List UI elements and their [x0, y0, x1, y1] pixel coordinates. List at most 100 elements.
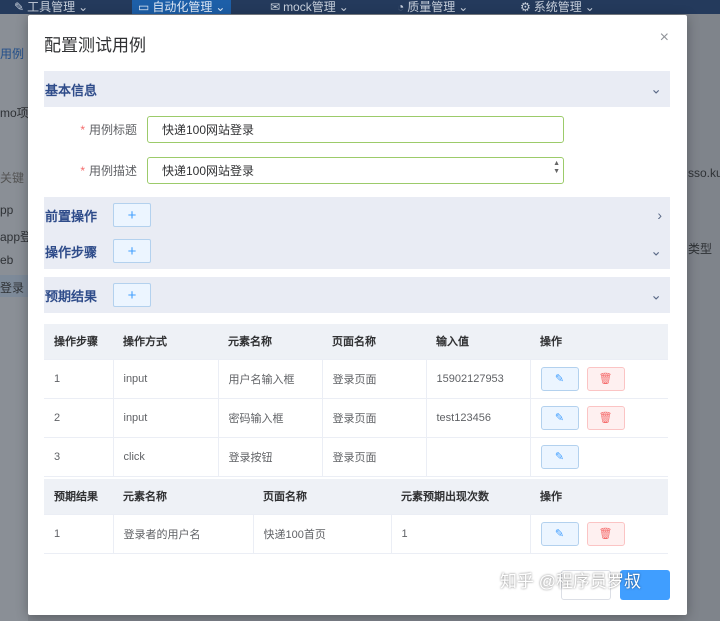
- table-cell: 密码输入框: [218, 398, 323, 438]
- column-header: 输入值: [426, 324, 530, 360]
- table-cell: 3: [44, 437, 114, 477]
- section-expected-result[interactable]: 预期结果 + ⌄: [44, 277, 670, 313]
- table-cell: [426, 437, 531, 477]
- edit-button[interactable]: ✎: [540, 521, 579, 546]
- actions-cell: ✎ 🗑: [530, 359, 668, 399]
- chevron-down-icon: ⌄: [584, 0, 595, 14]
- table-cell: 登录页面: [322, 437, 427, 477]
- gear-icon: ⚙: [520, 0, 531, 14]
- chevron-down-icon: ⌄: [338, 0, 349, 14]
- bg-label: pp: [0, 203, 14, 217]
- envelope-icon: ✉: [270, 0, 281, 14]
- column-header: 操作: [530, 324, 668, 360]
- edit-button[interactable]: ✎: [540, 366, 579, 391]
- nav-tools[interactable]: ✎ 工具管理 ⌄: [14, 0, 88, 14]
- testcase-title-input[interactable]: 快递100网站登录: [147, 115, 564, 143]
- table-cell: 1: [44, 514, 114, 554]
- form-row-title: * 用例标题 快递100网站登录: [44, 114, 670, 144]
- column-header: 操作步骤: [44, 324, 113, 360]
- trash-icon: 🗑: [598, 412, 613, 424]
- table-cell: 用户名输入框: [218, 359, 323, 399]
- column-header: 操作: [530, 479, 668, 515]
- table-cell: 15902127953: [426, 359, 531, 399]
- watermark: 知乎 @程序员罗叔: [500, 572, 641, 591]
- chevron-down-icon: ⌄: [650, 80, 662, 97]
- pencil-icon: ✎: [554, 451, 565, 463]
- section-basic-info[interactable]: 基本信息 ⌄: [44, 71, 670, 107]
- table-header-row: 预期结果 元素名称 页面名称 元素预期出现次数 操作: [44, 479, 668, 515]
- bg-label: 类型: [688, 242, 713, 256]
- add-expected-result-button[interactable]: +: [113, 283, 152, 307]
- table-header-row: 操作步骤 操作方式 元素名称 页面名称 输入值 操作: [44, 324, 668, 360]
- chevron-down-icon: ⌄: [650, 286, 662, 303]
- top-navigation: ✎ 工具管理 ⌄ ▭ 自动化管理 ⌄ ✉ mock管理 ⌄ ◔ 质量管理 ⌄ ⚙ 系统管理 ⌄: [0, 0, 720, 14]
- monitor-icon: ▭: [138, 0, 150, 14]
- section-operation-steps[interactable]: 操作步骤 + ⌄: [44, 233, 670, 269]
- trash-icon: 🗑: [598, 373, 613, 385]
- bg-label: sso.ku: [688, 166, 720, 180]
- pencil-icon: ✎: [554, 373, 565, 385]
- column-header: 元素名称: [218, 324, 322, 360]
- bg-label: 登录: [0, 281, 25, 295]
- trash-icon: 🗑: [598, 528, 613, 540]
- pencil-icon: ✎: [554, 412, 565, 424]
- table-cell: 登录页面: [322, 398, 427, 438]
- table-cell: click: [113, 437, 219, 477]
- dialog-title: 配置测试用例: [44, 36, 146, 55]
- expected-results-table: 预期结果 元素名称 页面名称 元素预期出现次数 操作 1 登录者的用户名 快递1…: [44, 479, 668, 554]
- table-cell: input: [113, 398, 219, 438]
- table-row: 3 click 登录按钮 登录页面 ✎: [44, 437, 668, 477]
- section-title: 前置操作: [45, 208, 98, 224]
- table-cell: 登录按钮: [218, 437, 323, 477]
- column-header: 预期结果: [44, 479, 113, 515]
- edit-button[interactable]: ✎: [540, 405, 579, 430]
- pencil-icon: ✎: [554, 528, 565, 540]
- pie-icon: ◔: [397, 0, 405, 14]
- section-title: 基本信息: [45, 82, 98, 98]
- nav-automation[interactable]: ▭ 自动化管理 ⌄: [132, 0, 232, 14]
- section-title: 操作步骤: [45, 244, 98, 260]
- wrench-icon: ✎: [14, 0, 25, 14]
- field-label: * 用例标题: [80, 122, 137, 137]
- table-cell: 登录者的用户名: [113, 514, 254, 554]
- actions-cell: ✎ 🗑: [530, 398, 668, 438]
- form-row-desc: * 用例描述 快递100网站登录 ▲ ▼: [44, 155, 670, 185]
- column-header: 元素预期出现次数: [391, 479, 530, 515]
- chevron-down-icon: ⌄: [458, 0, 469, 14]
- table-cell: 1: [44, 359, 114, 399]
- chevron-down-icon: ⌄: [215, 0, 226, 14]
- add-step-button[interactable]: +: [113, 239, 152, 263]
- table-row: 1 input 用户名输入框 登录页面 15902127953 ✎ 🗑: [44, 359, 668, 399]
- column-header: 操作方式: [113, 324, 218, 360]
- bg-label: 关键: [0, 171, 25, 185]
- nav-quality[interactable]: ◔ 质量管理 ⌄: [397, 0, 468, 14]
- testcase-description-textarea[interactable]: 快递100网站登录 ▲ ▼: [147, 156, 564, 184]
- delete-button[interactable]: 🗑: [586, 405, 625, 430]
- nav-mock[interactable]: ✉ mock管理 ⌄: [270, 0, 349, 14]
- bg-label: eb: [0, 253, 14, 267]
- delete-button[interactable]: 🗑: [586, 521, 625, 546]
- section-pre-operation[interactable]: 前置操作 + ›: [44, 197, 670, 233]
- field-label: * 用例描述: [80, 163, 137, 178]
- add-pre-operation-button[interactable]: +: [113, 203, 152, 227]
- resize-handle-icon[interactable]: ▲ ▼: [553, 160, 560, 176]
- actions-cell: ✎: [530, 437, 668, 477]
- delete-button[interactable]: 🗑: [586, 366, 625, 391]
- table-row: 1 登录者的用户名 快递100首页 1 ✎ 🗑: [44, 514, 668, 554]
- chevron-down-icon: ⌄: [650, 242, 662, 259]
- table-cell: 1: [391, 514, 531, 554]
- table-row: 2 input 密码输入框 登录页面 test123456 ✎ 🗑: [44, 398, 668, 438]
- column-header: 页面名称: [253, 479, 391, 515]
- bg-label: 用例: [0, 47, 25, 61]
- edit-button[interactable]: ✎: [540, 444, 579, 469]
- section-title: 预期结果: [45, 288, 98, 304]
- chevron-down-icon: ⌄: [78, 0, 89, 14]
- config-testcase-dialog: 配置测试用例 × 基本信息 ⌄ * 用例标题 快递100网站登录 * 用例描述 快递…: [28, 15, 687, 615]
- column-header: 页面名称: [322, 324, 426, 360]
- close-icon[interactable]: ×: [660, 29, 669, 47]
- table-cell: 登录页面: [322, 359, 427, 399]
- steps-table: 操作步骤 操作方式 元素名称 页面名称 输入值 操作 1 input 用户名输入…: [44, 324, 668, 477]
- actions-cell: ✎ 🗑: [530, 514, 668, 554]
- nav-system[interactable]: ⚙ 系统管理 ⌄: [520, 0, 595, 14]
- table-cell: input: [113, 359, 219, 399]
